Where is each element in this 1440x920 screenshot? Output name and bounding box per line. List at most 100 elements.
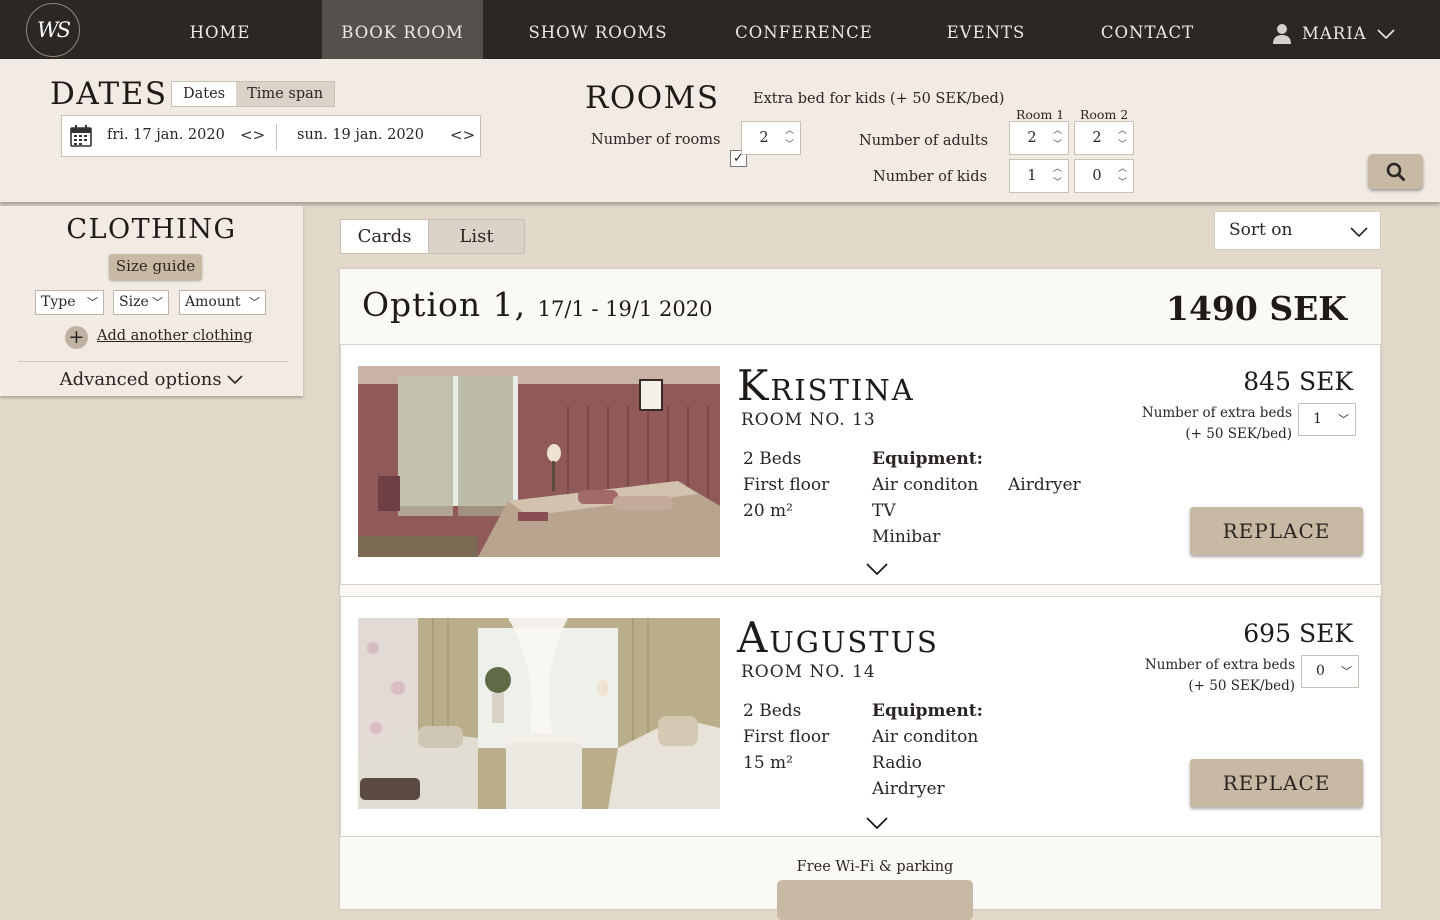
room-size: 20 m² bbox=[743, 501, 793, 521]
type-dropdown[interactable]: Type ﹀ bbox=[35, 290, 104, 315]
expand-chevron-icon[interactable] bbox=[866, 563, 888, 575]
replace-button[interactable]: REPLACE bbox=[1190, 759, 1363, 807]
amount-dropdown[interactable]: Amount ﹀ bbox=[179, 290, 266, 315]
kids-room-1-stepper[interactable]: 1 ︿ ﹀ bbox=[1009, 159, 1069, 193]
number-of-rooms-stepper[interactable]: 2 ︿ ﹀ bbox=[741, 121, 801, 155]
calendar-icon[interactable] bbox=[70, 125, 92, 147]
book-button[interactable] bbox=[777, 880, 973, 920]
room-1-header: Room 1 bbox=[1016, 107, 1065, 122]
adults-label: Number of adults bbox=[859, 133, 989, 149]
tab-list[interactable]: List bbox=[428, 220, 524, 253]
size-guide-button[interactable]: Size guide bbox=[109, 254, 202, 280]
chevron-down-icon: ﹀ bbox=[152, 296, 163, 309]
option-total-price: 1490 SEK bbox=[1165, 289, 1347, 328]
free-wifi-note: Free Wi-Fi & parking bbox=[796, 859, 954, 875]
extra-beds-select[interactable]: 1 ﹀ bbox=[1298, 403, 1356, 436]
search-bar: DATES Dates Time span fri. 17 jan. 2020 … bbox=[0, 59, 1440, 202]
plus-icon[interactable]: + bbox=[65, 326, 88, 349]
nav-events[interactable]: EVENTS bbox=[940, 0, 1032, 59]
decrement-icon[interactable]: ﹀ bbox=[1053, 178, 1062, 188]
chevron-down-icon: ﹀ bbox=[87, 296, 98, 309]
chevron-down-icon bbox=[1377, 28, 1395, 39]
clothing-heading: CLOTHING bbox=[66, 214, 237, 245]
increment-icon[interactable]: ︿ bbox=[1053, 126, 1062, 136]
user-icon bbox=[1273, 23, 1291, 44]
equipment-item: Radio bbox=[872, 753, 922, 773]
expand-chevron-icon[interactable] bbox=[866, 817, 888, 829]
extra-beds-label: Number of extra beds (+ 50 SEK/bed) bbox=[1141, 405, 1292, 442]
replace-button[interactable]: REPLACE bbox=[1190, 507, 1363, 555]
clothing-filter-panel: CLOTHING Size guide Type ﹀ Size ﹀ Amount ﹀ … bbox=[0, 206, 303, 396]
option-title: Option 1, 17/1 - 19/1 2020 bbox=[362, 285, 713, 324]
equipment-item: Minibar bbox=[872, 527, 941, 547]
room-price: 695 SEK bbox=[1243, 619, 1353, 648]
chevron-down-icon bbox=[1350, 227, 1368, 237]
number-of-rooms-label: Number of rooms bbox=[591, 132, 721, 148]
toggle-time-span[interactable]: Time span bbox=[236, 82, 335, 106]
extra-bed-label: Extra bed for kids (+ 50 SEK/bed) bbox=[753, 91, 1005, 107]
sort-dropdown[interactable]: Sort on bbox=[1214, 211, 1381, 250]
view-mode-tabs: Cards List bbox=[340, 219, 525, 254]
from-date-arrows-icon[interactable]: <> bbox=[240, 126, 265, 144]
room-number: ROOM NO. 13 bbox=[741, 410, 876, 430]
decrement-icon[interactable]: ﹀ bbox=[785, 140, 794, 150]
equipment-label: Equipment: bbox=[872, 701, 983, 721]
option-dates: 17/1 - 19/1 2020 bbox=[537, 297, 713, 321]
equipment-item: TV bbox=[872, 501, 896, 521]
decrement-icon[interactable]: ﹀ bbox=[1118, 140, 1127, 150]
adults-room-2-stepper[interactable]: 2 ︿ ﹀ bbox=[1074, 121, 1134, 155]
user-menu[interactable]: MARIA bbox=[1272, 0, 1395, 59]
equipment-item: Air conditon bbox=[872, 727, 979, 747]
room-name: Kristina bbox=[737, 361, 915, 410]
extra-beds-select[interactable]: 0 ﹀ bbox=[1301, 655, 1359, 688]
chevron-down-icon: ﹀ bbox=[249, 296, 260, 309]
room-photo bbox=[358, 366, 720, 557]
room-beds: 2 Beds bbox=[743, 449, 802, 469]
equipment-item: Air conditon bbox=[872, 475, 979, 495]
room-price: 845 SEK bbox=[1243, 367, 1353, 396]
toggle-dates[interactable]: Dates bbox=[172, 82, 237, 106]
kids-label: Number of kids bbox=[873, 169, 988, 185]
nav-show-rooms[interactable]: SHOW ROOMS bbox=[522, 0, 674, 59]
size-dropdown[interactable]: Size ﹀ bbox=[113, 290, 169, 315]
equipment-item: Airdryer bbox=[872, 779, 945, 799]
equipment-item: Airdryer bbox=[1008, 475, 1081, 495]
room-card: Augustus ROOM NO. 14 2 Beds First floor … bbox=[340, 596, 1381, 837]
rooms-heading: ROOMS bbox=[585, 80, 720, 116]
adults-room-1-stepper[interactable]: 2 ︿ ﹀ bbox=[1009, 121, 1069, 155]
to-date[interactable]: sun. 19 jan. 2020 bbox=[297, 127, 424, 143]
hotel-logo[interactable]: WS bbox=[26, 3, 80, 57]
room-number: ROOM NO. 14 bbox=[741, 662, 876, 682]
search-button[interactable] bbox=[1368, 154, 1423, 189]
decrement-icon[interactable]: ﹀ bbox=[1053, 140, 1062, 150]
advanced-options-toggle[interactable]: Advanced options bbox=[0, 369, 303, 390]
nav-contact[interactable]: CONTACT bbox=[1090, 0, 1205, 59]
chevron-down-icon: ﹀ bbox=[1338, 413, 1349, 426]
date-mode-toggle: Dates Time span bbox=[171, 81, 336, 107]
nav-conference[interactable]: CONFERENCE bbox=[728, 0, 880, 59]
increment-icon[interactable]: ︿ bbox=[1053, 164, 1062, 174]
room-size: 15 m² bbox=[743, 753, 793, 773]
extra-beds-label: Number of extra beds (+ 50 SEK/bed) bbox=[1144, 657, 1295, 694]
room-beds: 2 Beds bbox=[743, 701, 802, 721]
user-name: MARIA bbox=[1302, 24, 1367, 43]
room-card: Kristina ROOM NO. 13 2 Beds First floor … bbox=[340, 344, 1381, 585]
to-date-arrows-icon[interactable]: <> bbox=[450, 126, 475, 144]
increment-icon[interactable]: ︿ bbox=[1118, 126, 1127, 136]
nav-book-room[interactable]: BOOK ROOM bbox=[322, 0, 483, 59]
from-date[interactable]: fri. 17 jan. 2020 bbox=[107, 127, 225, 143]
increment-icon[interactable]: ︿ bbox=[1118, 164, 1127, 174]
kids-room-2-stepper[interactable]: 0 ︿ ﹀ bbox=[1074, 159, 1134, 193]
date-range-picker: fri. 17 jan. 2020 <> sun. 19 jan. 2020 <… bbox=[61, 115, 481, 157]
add-clothing-link[interactable]: Add another clothing bbox=[97, 328, 253, 344]
date-separator bbox=[276, 124, 277, 150]
increment-icon[interactable]: ︿ bbox=[785, 126, 794, 136]
tab-cards[interactable]: Cards bbox=[341, 220, 428, 253]
chevron-down-icon: ﹀ bbox=[1341, 665, 1352, 678]
dates-heading: DATES bbox=[50, 76, 168, 112]
search-icon bbox=[1386, 162, 1405, 181]
chevron-down-icon bbox=[227, 375, 243, 385]
room-name: Augustus bbox=[737, 613, 939, 662]
decrement-icon[interactable]: ﹀ bbox=[1118, 178, 1127, 188]
nav-home[interactable]: HOME bbox=[180, 0, 260, 59]
